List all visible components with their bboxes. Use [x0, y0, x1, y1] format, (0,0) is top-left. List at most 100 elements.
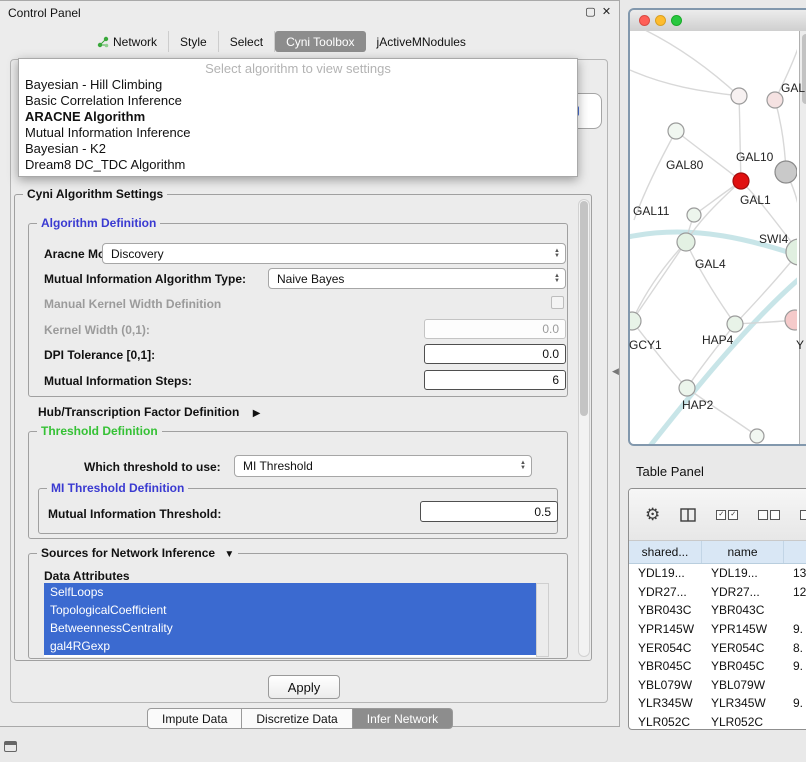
network-node[interactable]: [687, 208, 701, 222]
algorithm-option[interactable]: Basic Correlation Inference: [19, 93, 577, 109]
zoom-button[interactable]: [671, 15, 682, 26]
tab-label: Select: [230, 35, 263, 49]
column-header-extra[interactable]: [784, 541, 806, 563]
expanded-arrow-icon[interactable]: ▼: [224, 549, 234, 560]
algorithm-option[interactable]: Dream8 DC_TDC Algorithm: [19, 157, 577, 173]
network-node[interactable]: [750, 429, 764, 443]
table-row[interactable]: YBR043C YBR043C: [629, 601, 806, 620]
minimize-button[interactable]: [655, 15, 666, 26]
tab-style[interactable]: Style: [169, 31, 219, 52]
table-row[interactable]: YBR045C YBR045C 9.: [629, 657, 806, 676]
node-label: GAL80: [666, 158, 703, 172]
algorithm-option[interactable]: Bayesian - K2: [19, 141, 577, 157]
algorithm-dropdown-popup: Select algorithm to view settings Bayesi…: [18, 58, 578, 177]
table-row[interactable]: YDL19... YDL19... 13: [629, 564, 806, 583]
table-row[interactable]: YPR145W YPR145W 9.: [629, 620, 806, 639]
settings-scrollbar[interactable]: [578, 199, 590, 657]
mi-threshold-field[interactable]: 0.5: [420, 501, 558, 522]
bottom-tab-bar: Impute Data Discretize Data Infer Networ…: [147, 708, 453, 729]
network-node[interactable]: [733, 173, 749, 189]
attribute-item-selected[interactable]: TopologicalCoefficient: [44, 601, 536, 619]
tab-label: Cyni Toolbox: [286, 35, 354, 49]
select-all-icon[interactable]: ✓✓: [716, 510, 738, 520]
which-threshold-select[interactable]: MI Threshold ▲▼: [234, 455, 532, 477]
kernel-width-field[interactable]: 0.0: [424, 319, 566, 339]
apply-button[interactable]: Apply: [268, 675, 340, 699]
network-node[interactable]: [668, 123, 684, 139]
column-header-shared[interactable]: shared...: [629, 541, 702, 563]
deselect-all-icon[interactable]: [758, 510, 780, 520]
algorithm-definition-title: Algorithm Definition: [37, 216, 160, 230]
chevron-updown-icon: ▲▼: [549, 274, 565, 284]
table-toolbar: ⚙ ✓✓: [629, 489, 806, 541]
table-row[interactable]: YLR345W YLR345W 9.: [629, 694, 806, 713]
tab-impute-data[interactable]: Impute Data: [147, 708, 242, 729]
kernel-width-value: 0.0: [542, 322, 559, 336]
table-header: shared... name: [629, 541, 806, 564]
hub-section-label: Hub/Transcription Factor Definition: [38, 405, 239, 419]
algorithm-option[interactable]: Bayesian - Hill Climbing: [19, 77, 577, 93]
dpi-tolerance-field[interactable]: 0.0: [424, 344, 566, 364]
network-node[interactable]: [679, 380, 695, 396]
table-row[interactable]: YBL079W YBL079W: [629, 676, 806, 695]
control-panel-titlebar[interactable]: Control Panel ▢ ✕: [0, 1, 619, 25]
mi-steps-label: Mutual Information Steps:: [44, 374, 192, 388]
float-icon[interactable]: ▢: [584, 5, 597, 18]
table-body: YDL19... YDL19... 13 YDR27... YDR27... 1…: [629, 564, 806, 730]
tab-discretize-data[interactable]: Discretize Data: [242, 708, 352, 729]
algorithm-option[interactable]: Mutual Information Inference: [19, 125, 577, 141]
which-threshold-label: Which threshold to use:: [84, 460, 221, 474]
attribute-item-selected[interactable]: gal4RGexp: [44, 637, 536, 655]
tab-bar: Network Style Select Cyni Toolbox jActiv…: [86, 31, 477, 52]
tab-jactivemnodules[interactable]: jActiveMNodules: [366, 31, 477, 52]
network-window-titlebar[interactable]: [630, 10, 806, 32]
table-panel-window: ⚙ ✓✓ shared... name YDL1: [628, 488, 806, 730]
algorithm-option-selected[interactable]: ARACNE Algorithm: [19, 109, 577, 125]
network-node[interactable]: [630, 312, 641, 330]
hub-section-toggle[interactable]: Hub/Transcription Factor Definition ▶: [38, 405, 260, 419]
tab-label: jActiveMNodules: [377, 35, 466, 49]
tab-infer-network[interactable]: Infer Network: [353, 708, 453, 729]
attribute-list-scrollbar[interactable]: [536, 583, 549, 657]
network-node[interactable]: [731, 88, 747, 104]
attribute-item-selected[interactable]: SelfLoops: [44, 583, 536, 601]
column-header-name[interactable]: name: [702, 541, 784, 563]
partial-toolbar-icon[interactable]: [800, 510, 806, 520]
columns-icon[interactable]: [680, 508, 696, 522]
close-button[interactable]: [639, 15, 650, 26]
tab-cyni-toolbox[interactable]: Cyni Toolbox: [275, 31, 365, 52]
mi-threshold-group-title: MI Threshold Definition: [47, 481, 188, 495]
table-row[interactable]: YDR27... YDR27... 12: [629, 583, 806, 602]
minimized-panel-icon[interactable]: [4, 741, 17, 752]
which-threshold-value: MI Threshold: [243, 459, 313, 473]
panel-collapse-icon[interactable]: ◀: [612, 366, 619, 377]
network-node[interactable]: [775, 161, 797, 183]
node-label: GAL4: [695, 257, 726, 271]
close-icon[interactable]: ✕: [600, 5, 613, 18]
node-label: Y: [796, 338, 804, 352]
manual-kernel-checkbox[interactable]: [551, 296, 564, 309]
table-row[interactable]: YLR052C YLR052C: [629, 713, 806, 730]
network-node[interactable]: [677, 233, 695, 251]
node-label: GCY1: [629, 338, 662, 352]
tab-select[interactable]: Select: [219, 31, 275, 52]
aracne-mode-select[interactable]: Discovery ▲▼: [102, 243, 566, 264]
aracne-mode-value: Discovery: [111, 247, 164, 261]
network-node[interactable]: [785, 310, 797, 330]
network-node[interactable]: [727, 316, 743, 332]
tab-network[interactable]: Network: [86, 31, 169, 52]
mi-steps-field[interactable]: 6: [424, 370, 566, 390]
mi-type-value: Naive Bayes: [277, 272, 344, 286]
node-label: GAL: [781, 81, 805, 95]
sources-group-title[interactable]: Sources for Network Inference ▼: [37, 546, 238, 560]
mi-type-select[interactable]: Naive Bayes ▲▼: [268, 268, 566, 289]
collapsed-arrow-icon[interactable]: ▶: [253, 408, 261, 419]
settings-scrollbar-thumb[interactable]: [580, 201, 588, 416]
panel-title: Control Panel: [8, 6, 81, 20]
network-tab-icon: [97, 36, 109, 48]
gear-icon[interactable]: ⚙: [645, 505, 660, 525]
node-label: HAP2: [682, 398, 713, 412]
chevron-updown-icon: ▲▼: [515, 461, 531, 471]
attribute-item-selected[interactable]: BetweennessCentrality: [44, 619, 536, 637]
table-row[interactable]: YER054C YER054C 8.: [629, 638, 806, 657]
